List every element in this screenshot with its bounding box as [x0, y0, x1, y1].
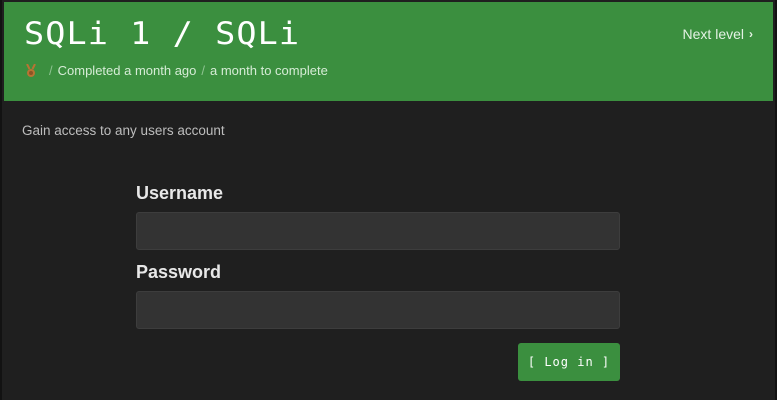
username-label: Username: [136, 183, 224, 203]
completion-duration: a month to complete: [210, 63, 328, 78]
next-level-label: Next level: [682, 26, 744, 42]
level-header: SQLi 1 / SQLi / Completed a month ago / …: [4, 2, 773, 101]
login-button[interactable]: [ Log in ]: [518, 343, 620, 381]
level-description: Gain access to any users account: [22, 123, 225, 138]
chevron-right-icon: ›: [749, 27, 753, 41]
level-page: SQLi 1 / SQLi / Completed a month ago / …: [0, 0, 777, 400]
page-title: SQLi 1 / SQLi: [24, 16, 301, 52]
password-input[interactable]: [136, 291, 620, 329]
meta-separator: /: [49, 63, 53, 78]
password-label: Password: [136, 262, 222, 282]
next-level-link[interactable]: Next level ›: [683, 26, 753, 42]
level-meta: / Completed a month ago / a month to com…: [24, 63, 328, 78]
username-input[interactable]: [136, 212, 620, 250]
bronze-medal-icon: [24, 63, 38, 78]
completion-status: Completed a month ago: [57, 63, 197, 78]
meta-separator: /: [201, 63, 206, 78]
